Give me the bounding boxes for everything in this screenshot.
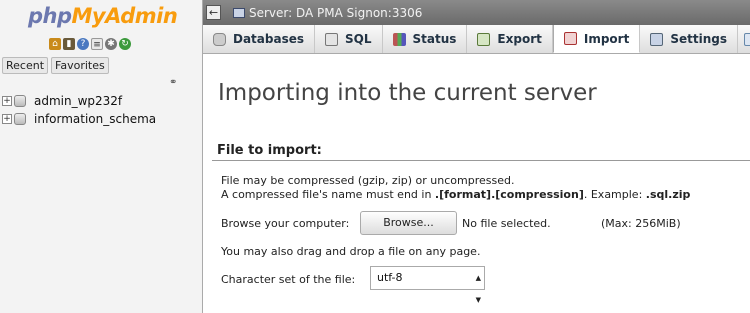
database-icon	[14, 95, 26, 107]
tab-status[interactable]: Status	[383, 25, 468, 53]
browse-button[interactable]: Browse...	[360, 211, 457, 235]
server-breadcrumb-bar: ← Server: DA PMA Signon:3306	[203, 0, 750, 25]
expand-icon[interactable]: +	[2, 114, 12, 124]
server-breadcrumb[interactable]: Server: DA PMA Signon:3306	[249, 6, 422, 20]
favorites-tab[interactable]: Favorites	[51, 57, 109, 74]
database-icon	[14, 113, 26, 125]
compression-note: File may be compressed (gzip, zip) or un…	[221, 174, 515, 187]
reload-icon[interactable]: ↻	[119, 38, 131, 50]
docs-icon[interactable]: ≡	[91, 38, 103, 50]
charset-label: Character set of the file:	[221, 273, 356, 286]
section-divider	[212, 160, 750, 161]
expand-icon[interactable]: +	[2, 96, 12, 106]
page-title: Importing into the current server	[218, 80, 597, 106]
link-with-main-icon[interactable]: ⚭	[169, 77, 177, 88]
collapse-navigation-button[interactable]: ←	[206, 5, 221, 20]
charset-select[interactable]: utf-8 ▲ ▼	[370, 266, 485, 304]
home-icon[interactable]: ⌂	[49, 38, 61, 50]
logout-icon[interactable]: ▮	[63, 38, 75, 50]
help-icon[interactable]: ?	[77, 38, 89, 50]
top-menu-tabs: Databases SQL Status Export Import Setti…	[203, 25, 750, 54]
tab-settings[interactable]: Settings	[640, 25, 738, 53]
server-icon	[233, 7, 245, 18]
db-name[interactable]: information_schema	[34, 112, 156, 126]
section-title: File to import:	[217, 143, 322, 158]
recent-tab[interactable]: Recent	[2, 57, 49, 74]
wrench-icon	[650, 32, 664, 46]
tab-sql[interactable]: SQL	[315, 25, 383, 53]
recent-favorites-tabs: Recent Favorites	[2, 57, 109, 74]
browse-label: Browse your computer:	[221, 217, 350, 230]
filename-note: A compressed file's name must end in .[f…	[221, 188, 691, 201]
quick-links: ⌂ ▮ ? ≡ ✱ ↻	[49, 38, 131, 50]
navigation-panel: phpMyAdmin ⌂ ▮ ? ≡ ✱ ↻ Recent Favorites …	[0, 0, 203, 313]
status-icon	[392, 32, 406, 46]
tab-more[interactable]	[738, 25, 750, 53]
dropdown-arrow-icon: ▲ ▼	[475, 274, 481, 304]
database-icon	[213, 32, 226, 46]
tab-import[interactable]: Import	[552, 25, 641, 53]
drag-drop-note: You may also drag and drop a file on any…	[221, 245, 481, 258]
db-item-information-schema[interactable]: + information_schema	[2, 112, 156, 126]
tab-databases[interactable]: Databases	[203, 25, 316, 53]
db-item-admin-wp232f[interactable]: + admin_wp232f	[2, 94, 122, 108]
export-icon	[477, 32, 491, 46]
settings-icon[interactable]: ✱	[105, 38, 117, 50]
db-name[interactable]: admin_wp232f	[34, 94, 122, 108]
selected-file-text: No file selected.	[462, 217, 551, 230]
more-icon	[743, 32, 750, 46]
phpmyadmin-logo[interactable]: phpMyAdmin	[28, 4, 178, 28]
sql-icon	[325, 32, 339, 46]
tab-export[interactable]: Export	[467, 25, 553, 53]
max-upload-size: (Max: 256MiB)	[601, 217, 681, 230]
import-icon	[563, 32, 577, 45]
